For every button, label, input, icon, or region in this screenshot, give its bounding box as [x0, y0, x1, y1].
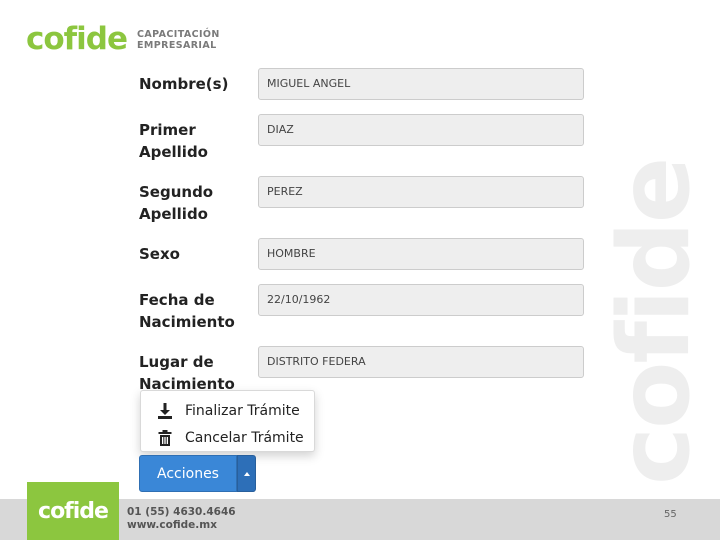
nombre-field[interactable]: MIGUEL ANGEL [258, 68, 584, 100]
footer-phone: 01 (55) 4630.4646 [127, 506, 236, 518]
menu-item-finalizar[interactable]: Finalizar Trámite [141, 397, 314, 424]
actions-dropdown-toggle[interactable] [237, 455, 256, 492]
actions-dropdown-menu: Finalizar Trámite Cancelar Trámite [140, 390, 315, 452]
page-number: 55 [664, 509, 677, 520]
label-nombre: Nombre(s) [139, 75, 229, 93]
sexo-field[interactable]: HOMBRE [258, 238, 584, 270]
label-segundo-apellido: Segundo Apellido [139, 183, 214, 223]
actions-button[interactable]: Acciones [139, 455, 237, 492]
trash-icon [157, 429, 173, 447]
label-lugar-nacimiento: Lugar de Nacimiento [139, 353, 235, 393]
primer-apellido-field[interactable]: DIAZ [258, 114, 584, 146]
footer-logo: cofide [27, 482, 119, 540]
label-primer-apellido: Primer Apellido [139, 121, 208, 161]
cofide-watermark: cofide [598, 158, 712, 485]
logo-tagline: CAPACITACIÓN EMPRESARIAL [137, 29, 220, 51]
segundo-apellido-field[interactable]: PEREZ [258, 176, 584, 208]
download-icon [157, 402, 173, 420]
menu-item-label: Finalizar Trámite [185, 402, 300, 419]
logo-tagline-line2: EMPRESARIAL [137, 39, 217, 51]
logo-wordmark: cofide [26, 21, 128, 57]
cofide-logo: cofide CAPACITACIÓN EMPRESARIAL [26, 24, 220, 55]
caret-up-icon [243, 471, 250, 476]
menu-item-cancelar[interactable]: Cancelar Trámite [141, 424, 314, 451]
label-fecha-nacimiento: Fecha de Nacimiento [139, 291, 235, 331]
fecha-nacimiento-field[interactable]: 22/10/1962 [258, 284, 584, 316]
label-sexo: Sexo [139, 245, 180, 263]
menu-item-label: Cancelar Trámite [185, 429, 304, 446]
footer-logo-wordmark: cofide [38, 498, 109, 524]
logo-tagline-line1: CAPACITACIÓN [137, 28, 220, 40]
lugar-nacimiento-field[interactable]: DISTRITO FEDERA [258, 346, 584, 378]
footer-website: www.cofide.mx [127, 519, 217, 531]
